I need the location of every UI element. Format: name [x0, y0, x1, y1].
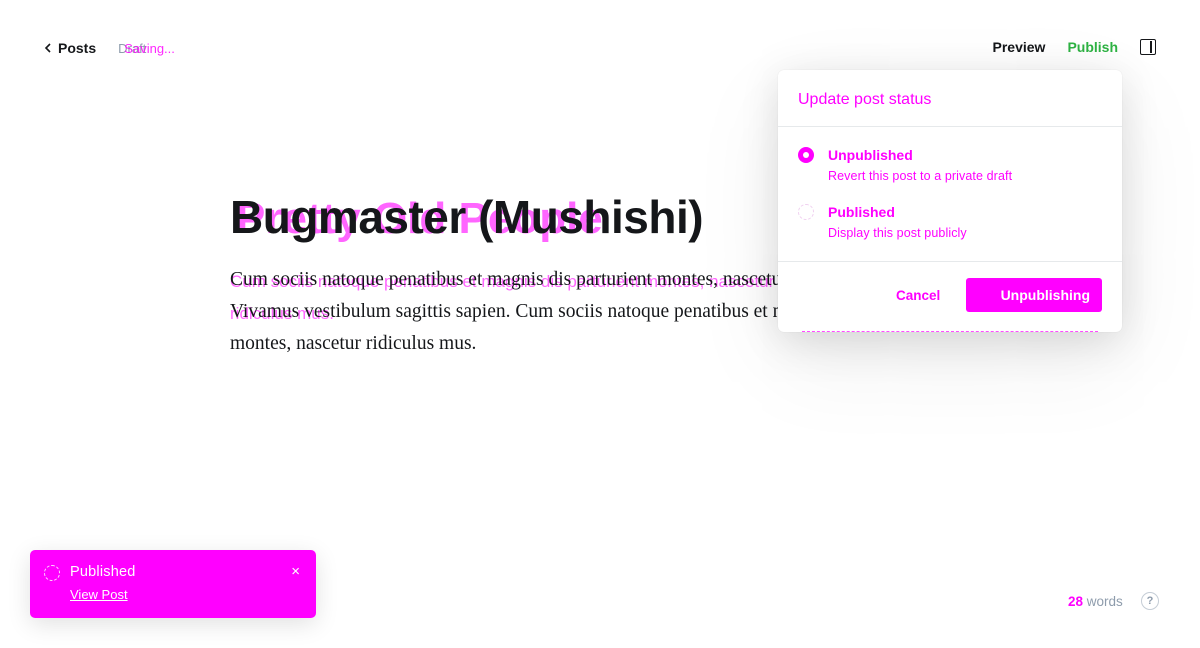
option-description: Display this post publicly: [828, 226, 967, 240]
option-description: Revert this post to a private draft: [828, 169, 1013, 183]
publish-button[interactable]: Publish: [1067, 39, 1118, 55]
preview-button[interactable]: Preview: [993, 39, 1046, 55]
editor-header-left: Posts Draft Saving...: [44, 38, 175, 58]
sidebar-toggle-icon[interactable]: [1140, 39, 1156, 55]
popover-divider: [778, 261, 1122, 262]
radio-unselected-icon[interactable]: [798, 204, 814, 220]
view-post-link[interactable]: View Post: [70, 587, 128, 602]
option-unpublished[interactable]: Unpublished Revert this post to a privat…: [798, 147, 1012, 183]
back-link-label: Posts: [58, 40, 97, 56]
toast-title: Published: [70, 564, 136, 580]
back-to-posts-link[interactable]: Posts: [44, 40, 96, 56]
post-status-overlay: Saving...: [124, 40, 175, 56]
popover-underline: [802, 328, 1098, 332]
notification-toast: Published View Post ×: [30, 550, 316, 618]
close-icon[interactable]: ×: [291, 564, 300, 579]
chevron-left-icon: [44, 43, 51, 53]
editor-header-right: Preview Publish: [993, 37, 1156, 57]
post-title[interactable]: Bugmaster (Mushishi): [230, 190, 704, 244]
popover-title: Update post status: [798, 91, 932, 108]
unpublish-button[interactable]: Unpublishing: [966, 278, 1102, 312]
publish-popover: Update post status Unpublished Revert th…: [778, 70, 1122, 332]
help-icon[interactable]: ?: [1141, 592, 1159, 610]
check-circle-icon: [44, 565, 60, 581]
popover-divider: [778, 126, 1122, 127]
radio-selected-icon[interactable]: [798, 147, 814, 163]
word-count-number: 28: [1068, 594, 1084, 609]
word-count: 28 words: [1068, 594, 1123, 609]
word-count-label: words: [1086, 594, 1123, 609]
option-published[interactable]: Published Display this post publicly: [798, 204, 967, 240]
cancel-button[interactable]: Cancel: [896, 288, 940, 303]
option-label: Published: [828, 204, 895, 220]
option-label: Unpublished: [828, 147, 913, 163]
